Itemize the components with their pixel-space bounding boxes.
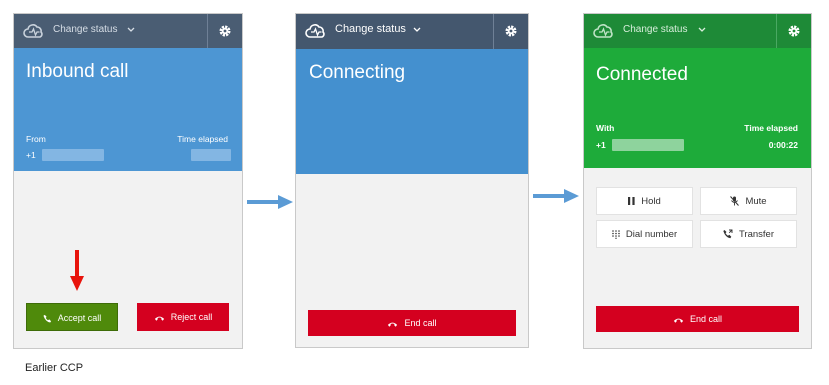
call-info-area: Connecting: [296, 49, 528, 174]
arrow-down-icon: [70, 250, 84, 291]
transfer-icon: [723, 230, 733, 239]
dialpad-icon: [612, 230, 620, 239]
change-status-dropdown[interactable]: Change status: [623, 24, 688, 35]
cloud-logo-icon: [593, 24, 613, 38]
call-info-area: Inbound call From Time elapsed +1: [14, 48, 242, 171]
change-status-dropdown[interactable]: Change status: [335, 23, 406, 35]
end-call-button[interactable]: End call: [308, 310, 516, 336]
pause-icon: [628, 197, 635, 206]
chevron-down-icon[interactable]: [698, 27, 706, 33]
time-elapsed-label: Time elapsed: [744, 123, 798, 133]
with-label: With: [596, 123, 615, 133]
redacted-number: [612, 139, 684, 151]
chevron-down-icon[interactable]: [413, 27, 421, 33]
end-call-button[interactable]: End call: [596, 306, 799, 332]
transfer-label: Transfer: [738, 229, 775, 240]
end-call-label: End call: [404, 318, 437, 328]
gear-icon: [219, 25, 231, 37]
top-bar: Change status: [584, 14, 811, 48]
hold-label: Hold: [641, 196, 661, 207]
hold-button[interactable]: Hold: [596, 187, 693, 215]
redacted-number: [42, 149, 104, 161]
accept-call-button[interactable]: Accept call: [26, 303, 118, 331]
settings-button[interactable]: [493, 14, 528, 49]
ccp-panel-connecting: Change status Connecting End call: [295, 13, 529, 348]
caption: Earlier CCP: [25, 362, 84, 374]
ccp-panel-connected: Change status Connected With Time elapse…: [583, 13, 812, 349]
ccp-panel-inbound: Change status Inbound call From Time ela…: [13, 13, 243, 349]
end-call-label: End call: [689, 314, 723, 324]
reject-call-button[interactable]: Reject call: [137, 303, 229, 331]
mute-button[interactable]: Mute: [700, 187, 797, 215]
call-info-area: Connected With Time elapsed +1 0:00:22: [584, 48, 811, 168]
chevron-down-icon[interactable]: [127, 27, 135, 33]
accept-call-label: Accept call: [57, 313, 102, 323]
dial-number-label: Dial number: [625, 229, 678, 240]
time-elapsed-label: Time elapsed: [177, 134, 228, 144]
mute-label: Mute: [745, 196, 767, 207]
page-title: Connected: [596, 64, 688, 85]
page-title: Connecting: [309, 62, 406, 83]
phone-prefix: +1: [26, 150, 36, 160]
redacted-time: [191, 149, 231, 161]
change-status-dropdown[interactable]: Change status: [53, 24, 118, 35]
arrow-right-icon: [533, 189, 579, 203]
page-title: Inbound call: [26, 61, 129, 82]
phone-icon: [43, 315, 51, 323]
dial-number-button[interactable]: Dial number: [596, 220, 693, 248]
hang-up-icon: [388, 322, 398, 327]
reject-call-label: Reject call: [170, 312, 213, 322]
transfer-button[interactable]: Transfer: [700, 220, 797, 248]
time-elapsed-value: 0:00:22: [768, 140, 798, 150]
hang-up-icon: [673, 318, 684, 323]
settings-button[interactable]: [207, 14, 242, 48]
mute-icon: [730, 196, 740, 207]
cloud-logo-icon: [23, 24, 43, 38]
from-label: From: [26, 134, 46, 144]
top-bar: Change status: [14, 14, 242, 48]
phone-prefix: +1: [596, 140, 606, 150]
top-bar: Change status: [296, 14, 528, 49]
gear-icon: [505, 25, 517, 37]
cloud-logo-icon: [305, 24, 325, 38]
hang-up-icon: [154, 316, 164, 321]
arrow-right-icon: [247, 195, 293, 209]
gear-icon: [788, 25, 800, 37]
settings-button[interactable]: [776, 14, 811, 48]
